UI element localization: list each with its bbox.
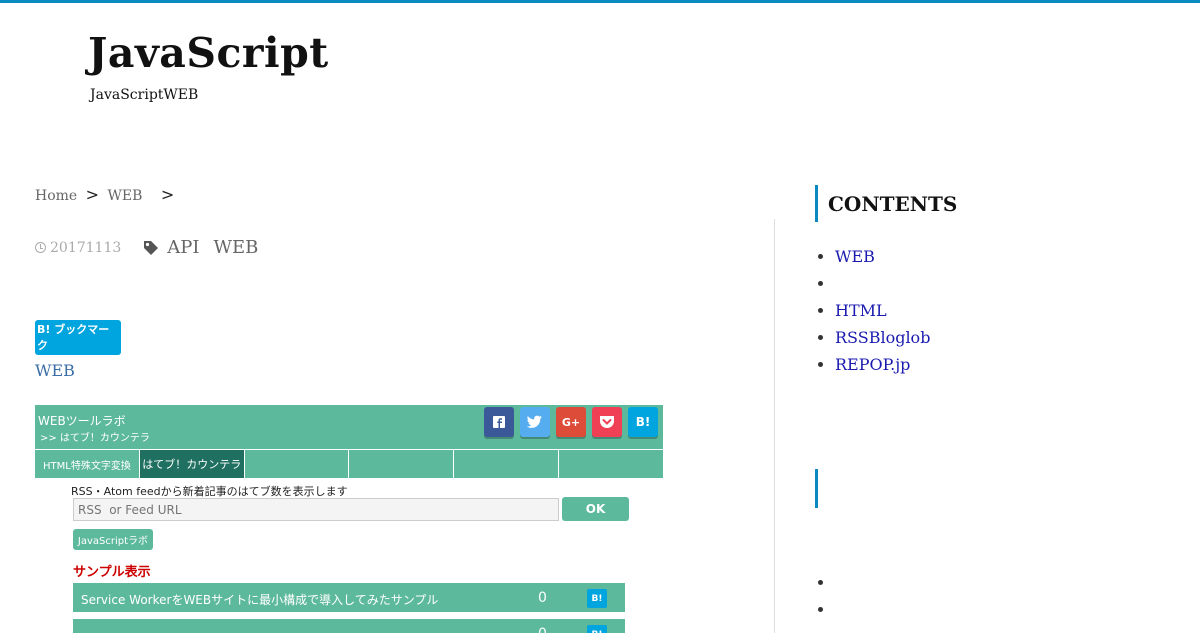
breadcrumb-web[interactable]: WEB [108,188,143,204]
tab-5[interactable] [454,450,560,478]
tab-3[interactable] [244,450,350,478]
sidebar-second-heading [815,469,818,508]
sidebar-item[interactable] [835,270,930,297]
sample-row-title[interactable]: Service WorkerをWEBサイトに最小構成で導入してみたサンプル [81,591,438,608]
web-tool-lab-widget: WEBツールラボ >> はてブ！カウンテラ G+ B! HTML特殊文字変換 は… [35,405,663,633]
breadcrumb-separator: > [160,185,175,204]
hatena-bookmark-button[interactable]: B! ブックマーク [35,320,121,355]
tab-4[interactable] [349,450,455,478]
javascript-lab-button[interactable]: JavaScriptラボ [73,529,153,550]
sidebar-item[interactable]: REPOP.jp [835,351,930,378]
widget-description: RSS・Atom feedから新着記事のはてブ数を表示します [71,485,348,498]
pocket-icon [600,416,614,428]
web-link[interactable]: WEB [35,361,75,380]
site-title[interactable]: JavaScript [88,29,329,77]
tab-hatebu-counter[interactable]: はてブ！カウンテラ [139,450,245,478]
tag-api[interactable]: API [167,237,199,258]
sidebar-item[interactable]: HTML [835,297,930,324]
sidebar-divider [774,219,775,633]
sidebar-list: WEB HTML RSSBloglob REPOP.jp [815,243,930,378]
post-date-value: 20171113 [50,239,122,256]
tab-6[interactable] [559,450,663,478]
hatena-mini-badge[interactable]: B! [587,625,607,633]
sample-row-count: 0 [538,590,547,606]
post-date: 20171113 [35,240,121,256]
sample-row[interactable]: 0 B! [73,619,625,633]
facebook-share-button[interactable] [484,407,514,437]
hatena-mini-badge[interactable]: B! [587,589,607,608]
breadcrumb-home[interactable]: Home [35,188,77,204]
sidebar-item-repop[interactable]: REPOP.jp [835,355,910,374]
widget-header: WEBツールラボ >> はてブ！カウンテラ G+ B! [35,405,663,449]
breadcrumb: Home > WEB > [35,185,178,204]
tag-web[interactable]: WEB [214,237,259,258]
tag-icon [144,240,159,255]
tab-html-entity[interactable]: HTML特殊文字変換 [35,450,140,478]
clock-icon [35,242,46,253]
twitter-share-button[interactable] [520,407,550,437]
sidebar-second-list [815,569,835,623]
breadcrumb-separator: > [85,185,100,204]
sample-row[interactable]: Service WorkerをWEBサイトに最小構成で導入してみたサンプル 0 … [73,583,625,615]
sidebar-item[interactable]: RSSBloglob [835,324,930,351]
facebook-icon [493,416,505,428]
widget-tabs: HTML特殊文字変換 はてブ！カウンテラ [35,450,663,478]
hatena-share-button[interactable]: B! [628,407,658,437]
sidebar-item-web[interactable]: WEB [835,247,875,266]
twitter-icon [527,415,542,428]
ok-button[interactable]: OK [562,497,629,521]
sidebar-heading: CONTENTS [815,185,957,222]
pocket-share-button[interactable] [592,407,622,437]
widget-title: WEBツールラボ [38,414,126,428]
sample-title: サンプル表示 [73,565,151,580]
rss-url-input[interactable] [73,498,559,521]
site-description: JavaScriptWEB [90,87,199,103]
sidebar-item-rssbloglob[interactable]: RSSBloglob [835,328,930,347]
sidebar-item[interactable]: WEB [835,243,930,270]
sidebar-item-html[interactable]: HTML [835,301,887,320]
post-meta: 20171113 API WEB [35,237,272,258]
widget-subtitle: >> はてブ！カウンテラ [40,433,150,444]
google-plus-share-button[interactable]: G+ [556,407,586,437]
